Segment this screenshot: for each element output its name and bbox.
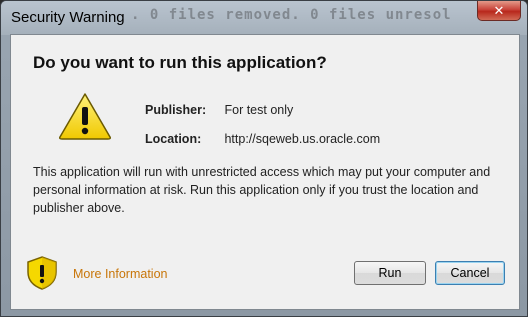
shield-icon [27,256,57,290]
dialog-headline: Do you want to run this application? [33,53,327,72]
window-title: Security Warning [11,9,125,26]
publisher-row: Publisher: For test only [145,103,293,117]
location-label: Location: [145,132,202,146]
publisher-value: For test only [224,103,294,117]
run-button[interactable]: Run [354,261,426,285]
close-button[interactable]: ✕ [477,1,521,21]
location-value: http://sqeweb.us.oracle.com [224,132,381,146]
security-warning-window: . 0 files removed. 0 files unresol Secur… [0,0,528,317]
publisher-label: Publisher: [145,103,207,117]
footer: More Information Run Cancel [11,253,519,311]
location-row: Location: http://sqeweb.us.oracle.com [145,132,380,146]
background-terminal-text: . 0 files removed. 0 files unresol [131,7,452,23]
dialog-body: Do you want to run this application? Pub… [10,34,520,310]
more-information-link[interactable]: More Information [73,267,167,281]
title-bar[interactable]: . 0 files removed. 0 files unresol Secur… [1,1,527,35]
warning-triangle-icon [59,93,111,140]
close-icon: ✕ [493,2,505,18]
risk-message: This application will run with unrestric… [33,165,491,215]
cancel-button[interactable]: Cancel [435,261,505,285]
